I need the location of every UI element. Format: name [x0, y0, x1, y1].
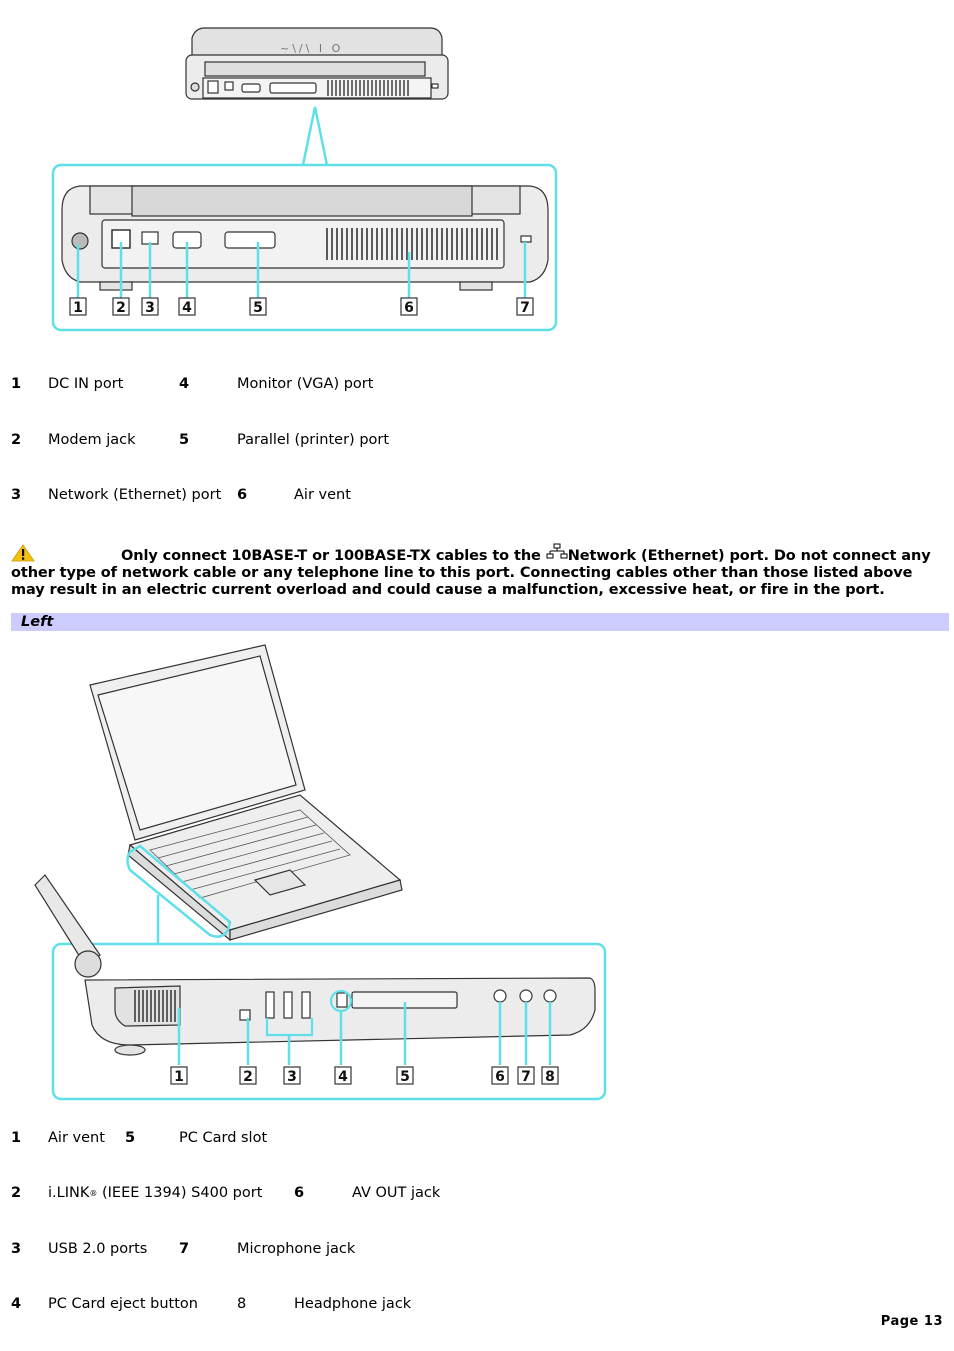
- legend-label: Parallel (printer) port: [237, 432, 390, 448]
- section-header-left: Left: [11, 613, 949, 631]
- legend-number: 3: [11, 487, 22, 503]
- legend-label: PC Card eject button: [48, 1296, 198, 1312]
- callout-number: 3: [145, 300, 155, 316]
- callout-number: 7: [520, 300, 530, 316]
- lid-edge: [34, 874, 102, 978]
- callout-number: 5: [253, 300, 263, 316]
- section-title: Left: [21, 614, 54, 630]
- legend-label: USB 2.0 ports: [48, 1241, 148, 1257]
- network-icon: [546, 543, 568, 561]
- legend-label: Modem jack: [48, 432, 136, 448]
- legend-number: 5: [125, 1130, 136, 1146]
- legend-number: 5: [179, 432, 190, 448]
- legend-label: Air vent: [48, 1130, 105, 1146]
- legend-number: 2: [11, 1185, 22, 1201]
- left-view-figure: 1 2 3 4 5 678: [34, 644, 607, 1101]
- callout-number: 6: [404, 300, 414, 316]
- legend-number: 6: [237, 487, 248, 503]
- callout-number: 1: [174, 1069, 184, 1085]
- warning-text-part1: Only connect 10BASE-T or 100BASE-TX cabl…: [121, 548, 541, 564]
- legend-number: 2: [11, 432, 22, 448]
- legend-label: i.LINK® (IEEE 1394) S400 port: [48, 1185, 263, 1201]
- callout-number: 4: [182, 300, 192, 316]
- callout-number: 8: [545, 1069, 555, 1085]
- callout-number: 7: [521, 1069, 531, 1085]
- callout-number: 5: [400, 1069, 410, 1085]
- laptop-rear-detail: [61, 185, 549, 291]
- vaio-logo: ~\/\ I O: [280, 42, 343, 55]
- warning-triangle-icon: [11, 544, 35, 562]
- legend-number: 3: [11, 1241, 22, 1257]
- legend-label: Headphone jack: [294, 1296, 412, 1312]
- legend-number: 4: [11, 1296, 22, 1312]
- legend-number: 7: [179, 1241, 190, 1257]
- callout-number: 2: [116, 300, 126, 316]
- page-number: Page 13: [880, 1314, 943, 1329]
- legend-number: 8: [237, 1296, 247, 1312]
- legend-label: Monitor (VGA) port: [237, 376, 374, 392]
- legend-number: 4: [179, 376, 190, 392]
- callout-number: 3: [287, 1069, 297, 1085]
- legend-number: 1: [11, 1130, 22, 1146]
- legend-label: DC IN port: [48, 376, 124, 392]
- callout-number: 6: [495, 1069, 505, 1085]
- legend-number: 6: [294, 1185, 305, 1201]
- laptop-open-illustration: [89, 644, 403, 942]
- zoom-pointer: [301, 106, 329, 166]
- callout-number: 1: [73, 300, 83, 316]
- laptop-rear-thumbnail: [185, 27, 449, 100]
- legend-label: PC Card slot: [179, 1130, 268, 1146]
- warning-note: Only connect 10BASE-T or 100BASE-TX cabl…: [11, 543, 941, 599]
- callout-number: 2: [243, 1069, 253, 1085]
- legend-label: AV OUT jack: [352, 1185, 441, 1201]
- legend-label: Air vent: [294, 487, 351, 503]
- legend-label: Network (Ethernet) port: [48, 487, 222, 503]
- legend-label: Microphone jack: [237, 1241, 356, 1257]
- back-view-figure: ~\/\ I O 1 2 3 4 5 6 7: [51, 27, 558, 332]
- callout-number: 4: [338, 1069, 348, 1085]
- legend-number: 1: [11, 376, 22, 392]
